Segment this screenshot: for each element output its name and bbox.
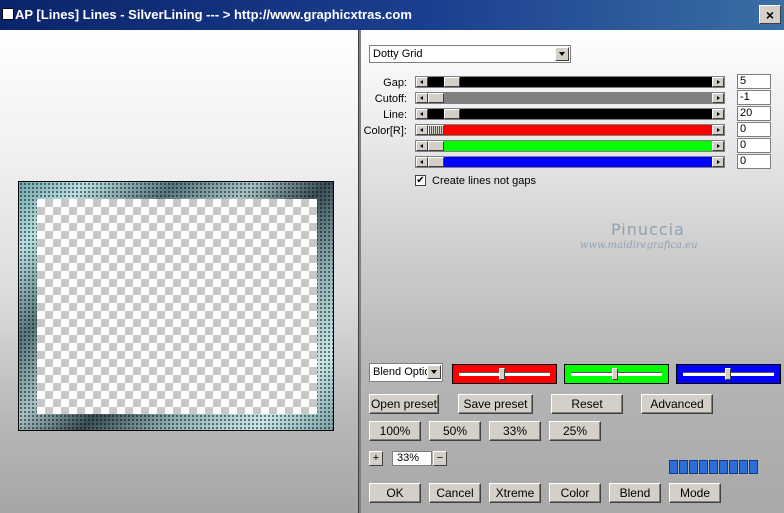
gap-slider-thumb[interactable] [444, 77, 460, 87]
progress-segment [689, 460, 698, 474]
zoom-minus-button[interactable]: − [433, 451, 447, 466]
color-b-slider-track[interactable] [428, 157, 712, 167]
progress-segment [699, 460, 708, 474]
arrow-left-icon[interactable] [416, 109, 428, 119]
preset-dropdown[interactable]: Dotty Grid [369, 45, 571, 63]
line-value-field[interactable]: 20 [737, 106, 771, 121]
reset-button[interactable]: Reset [551, 394, 623, 414]
gap-slider[interactable] [415, 76, 725, 88]
cutoff-slider[interactable] [415, 92, 725, 104]
color-g-slider-track[interactable] [428, 141, 712, 151]
color-r-slider-track[interactable] [428, 125, 712, 135]
watermark-name: Pinuccia [611, 220, 685, 239]
red-swatch-knob[interactable] [499, 368, 505, 380]
zoom-value-field[interactable]: 33% [392, 451, 432, 466]
arrow-left-icon[interactable] [416, 125, 428, 135]
transparent-area [37, 199, 317, 414]
chevron-down-icon[interactable] [555, 47, 569, 61]
blue-swatch-knob[interactable] [725, 368, 731, 380]
zoom-100-button[interactable]: 100% [369, 421, 421, 441]
progress-segment [749, 460, 758, 474]
zoom-50-button[interactable]: 50% [429, 421, 481, 441]
progress-segment [709, 460, 718, 474]
advanced-button[interactable]: Advanced [641, 394, 713, 414]
color-r-label: Color[R]: [363, 125, 407, 137]
progress-segment [669, 460, 678, 474]
gap-value-field[interactable]: 5 [737, 74, 771, 89]
preset-dropdown-value: Dotty Grid [373, 48, 423, 60]
arrow-right-icon[interactable] [712, 93, 724, 103]
gap-slider-track[interactable] [428, 77, 712, 87]
close-button[interactable]: × [759, 5, 781, 24]
color-r-value-field[interactable]: 0 [737, 122, 771, 137]
arrow-right-icon[interactable] [712, 157, 724, 167]
blue-swatch[interactable] [676, 364, 781, 384]
arrow-left-icon[interactable] [416, 77, 428, 87]
line-slider[interactable] [415, 108, 725, 120]
cutoff-value-field[interactable]: -1 [737, 90, 771, 105]
controls-panel: Dotty Grid Gap: 5 Cutoff: -1 Line: 20 Co… [361, 30, 784, 513]
color-g-slider[interactable] [415, 140, 725, 152]
save-preset-button[interactable]: Save preset [458, 394, 533, 414]
red-swatch[interactable] [452, 364, 557, 384]
green-swatch[interactable] [564, 364, 669, 384]
preview-pane [0, 30, 360, 513]
mode-button[interactable]: Mode [669, 483, 721, 503]
line-slider-track[interactable] [428, 109, 712, 119]
blend-options-dropdown[interactable]: Blend Optio [369, 363, 443, 382]
title-bar: AP [Lines] Lines - SilverLining --- > ht… [0, 0, 784, 30]
arrow-right-icon[interactable] [712, 141, 724, 151]
blend-options-value: Blend Optio [373, 366, 431, 378]
arrow-left-icon[interactable] [416, 93, 428, 103]
create-lines-label[interactable]: Create lines not gaps [432, 175, 536, 187]
progress-segment [679, 460, 688, 474]
cutoff-slider-thumb[interactable] [428, 93, 444, 103]
line-label: Line: [383, 109, 407, 121]
green-swatch-knob[interactable] [612, 368, 618, 380]
cutoff-slider-track[interactable] [428, 93, 712, 103]
arrow-left-icon[interactable] [416, 157, 428, 167]
zoom-33-button[interactable]: 33% [489, 421, 541, 441]
chevron-down-icon[interactable] [427, 365, 441, 379]
blend-button[interactable]: Blend [609, 483, 661, 503]
color-g-value-field[interactable]: 0 [737, 138, 771, 153]
cancel-button[interactable]: Cancel [429, 483, 481, 503]
open-preset-button[interactable]: Open preset [369, 394, 439, 414]
zoom-25-button[interactable]: 25% [549, 421, 601, 441]
xtreme-button[interactable]: Xtreme [489, 483, 541, 503]
color-r-slider[interactable] [415, 124, 725, 136]
color-b-slider-thumb[interactable] [428, 157, 444, 167]
zoom-plus-button[interactable]: + [369, 451, 383, 466]
progress-segment [739, 460, 748, 474]
window-title: AP [Lines] Lines - SilverLining --- > ht… [15, 7, 412, 22]
color-b-value-field[interactable]: 0 [737, 154, 771, 169]
create-lines-checkbox[interactable]: ✔ [415, 175, 426, 186]
line-slider-thumb[interactable] [444, 109, 460, 119]
gap-label: Gap: [383, 77, 407, 89]
color-g-slider-thumb[interactable] [428, 141, 444, 151]
progress-segment [719, 460, 728, 474]
cutoff-label: Cutoff: [374, 93, 407, 105]
watermark-url: www.maidiregrafica.eu [580, 240, 698, 251]
window-icon[interactable] [2, 8, 14, 20]
progress-indicator [669, 460, 759, 474]
preview-image[interactable] [18, 181, 334, 431]
arrow-right-icon[interactable] [712, 125, 724, 135]
arrow-right-icon[interactable] [712, 77, 724, 87]
color-b-slider[interactable] [415, 156, 725, 168]
color-button[interactable]: Color [549, 483, 601, 503]
progress-segment [729, 460, 738, 474]
color-r-slider-thumb[interactable] [428, 125, 444, 135]
arrow-left-icon[interactable] [416, 141, 428, 151]
arrow-right-icon[interactable] [712, 109, 724, 119]
ok-button[interactable]: OK [369, 483, 421, 503]
